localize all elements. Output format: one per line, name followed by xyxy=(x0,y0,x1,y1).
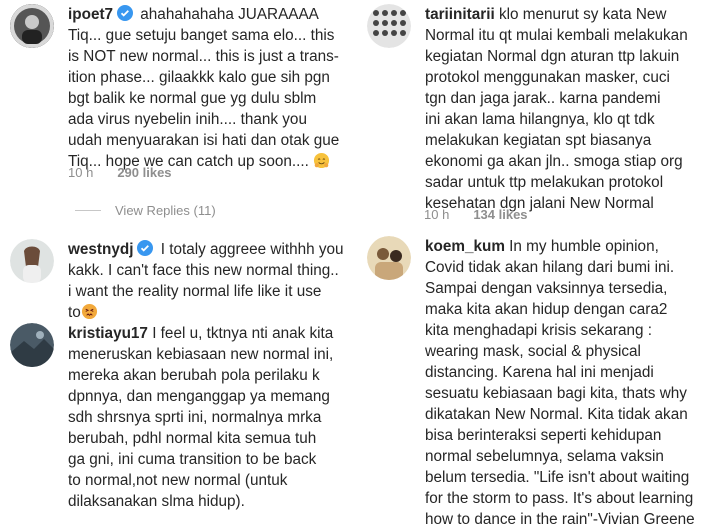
comment-tariinitarii: tariinitarii klo menurut sy kata New Nor… xyxy=(367,4,717,214)
comment-meta: 10 h 134 likes xyxy=(424,207,528,222)
username[interactable]: koem_kum xyxy=(425,238,505,255)
likes-count[interactable]: 134 likes xyxy=(473,207,527,222)
comment-ipoet7: ipoet7 ahahahahaha JUARAAAA Tiq... gue s… xyxy=(10,4,355,172)
comment-body: ipoet7 ahahahahaha JUARAAAA Tiq... gue s… xyxy=(68,4,339,172)
view-replies-label[interactable]: View Replies (11) xyxy=(115,203,216,218)
timestamp: 10 h xyxy=(68,165,94,180)
avatar[interactable] xyxy=(10,239,54,283)
persevering-face-icon xyxy=(81,303,97,320)
comment-text: I feel u, tktnya nti anak kita meneruska… xyxy=(68,325,334,510)
avatar[interactable] xyxy=(367,4,411,48)
comment-text: klo menurut sy kata New Normal itu qt mu… xyxy=(425,6,688,212)
verified-badge-icon xyxy=(137,240,154,256)
comment-westnydj: westnydj I totaly aggreee withhh you kak… xyxy=(10,239,355,323)
hugging-face-icon xyxy=(314,152,330,169)
comment-text: ahahahahaha JUARAAAA Tiq... gue setuju b… xyxy=(68,6,340,170)
username[interactable]: ipoet7 xyxy=(68,6,113,23)
avatar[interactable] xyxy=(10,4,54,48)
divider xyxy=(75,210,101,211)
likes-count[interactable]: 290 likes xyxy=(117,165,171,180)
comment-text: In my humble opinion, Covid tidak akan h… xyxy=(425,238,695,528)
comment-kristiayu17: kristiayu17 I feel u, tktnya nti anak ki… xyxy=(10,323,355,512)
comment-meta: 10 h 290 likes xyxy=(68,165,172,180)
comment-body: tariinitarii klo menurut sy kata New Nor… xyxy=(425,4,688,214)
comment-body: koem_kum In my humble opinion, Covid tid… xyxy=(425,236,695,530)
avatar[interactable] xyxy=(10,323,54,367)
verified-badge-icon xyxy=(117,5,134,21)
view-replies[interactable]: View Replies (11) xyxy=(75,203,216,218)
comment-koem-kum: koem_kum In my humble opinion, Covid tid… xyxy=(367,236,717,530)
username[interactable]: westnydj xyxy=(68,241,133,258)
avatar[interactable] xyxy=(367,236,411,280)
username[interactable]: kristiayu17 xyxy=(68,325,148,342)
timestamp: 10 h xyxy=(424,207,450,222)
username[interactable]: tariinitarii xyxy=(425,6,495,23)
comment-body: westnydj I totaly aggreee withhh you kak… xyxy=(68,239,344,323)
comment-body: kristiayu17 I feel u, tktnya nti anak ki… xyxy=(68,323,333,512)
